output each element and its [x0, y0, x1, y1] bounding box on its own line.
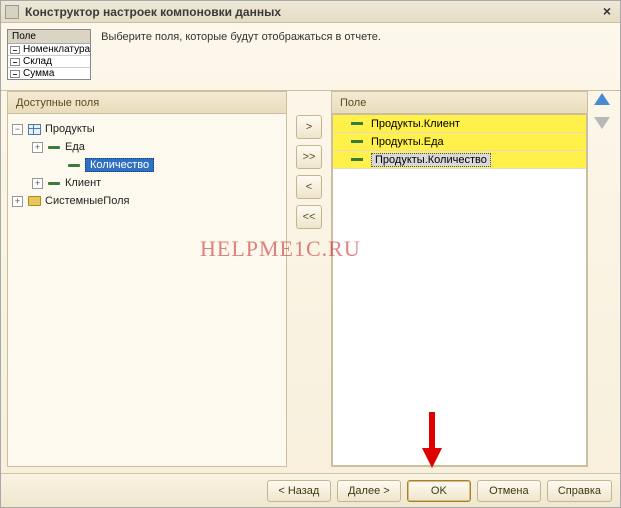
remove-all-button[interactable]: << [296, 205, 322, 229]
mini-table-row: Склад [8, 56, 90, 68]
help-button[interactable]: Справка [547, 480, 612, 502]
tree-node-eda[interactable]: + Еда [12, 138, 282, 156]
header-area: Поле Номенклатура Склад Сумма Выберите п… [1, 23, 620, 91]
mini-fields-table: Поле Номенклатура Склад Сумма [7, 29, 91, 80]
selected-fields-panel: Поле Продукты.Клиент Продукты.Еда [331, 91, 588, 467]
fields-tree[interactable]: − Продукты + Еда Количество [8, 114, 286, 466]
cancel-button[interactable]: Отмена [477, 480, 541, 502]
footer-buttons: < Назад Далее > OK Отмена Справка [1, 473, 620, 507]
dash-icon [10, 46, 20, 54]
next-button[interactable]: Далее > [337, 480, 401, 502]
list-item[interactable]: Продукты.Количество [333, 151, 586, 169]
mini-table-header: Поле [8, 30, 90, 44]
expand-icon[interactable]: + [32, 178, 43, 189]
titlebar: Конструктор настроек компоновки данных × [1, 1, 620, 23]
window-title: Конструктор настроек компоновки данных [25, 5, 281, 19]
folder-icon [27, 195, 41, 207]
field-icon [67, 159, 81, 171]
move-up-button[interactable] [594, 93, 612, 111]
tree-node-products[interactable]: − Продукты [12, 120, 282, 138]
tree-node-klient[interactable]: + Клиент [12, 174, 282, 192]
collapse-icon[interactable]: − [12, 124, 23, 135]
field-icon [351, 140, 363, 143]
remove-button[interactable]: < [296, 175, 322, 199]
field-icon [351, 122, 363, 125]
mini-table-row: Номенклатура [8, 44, 90, 56]
dash-icon [10, 58, 20, 66]
list-item[interactable]: Продукты.Еда [333, 133, 586, 151]
move-down-button[interactable] [594, 117, 612, 135]
expand-icon[interactable]: + [32, 142, 43, 153]
available-fields-panel: Доступные поля − Продукты + Еда [7, 91, 287, 467]
reorder-buttons [592, 91, 614, 467]
dash-icon [10, 70, 20, 78]
available-fields-header: Доступные поля [8, 92, 286, 114]
selected-fields-header: Поле [332, 92, 587, 114]
transfer-buttons: > >> < << [293, 91, 325, 467]
arrow-down-icon [594, 117, 610, 129]
list-item[interactable]: Продукты.Клиент [333, 115, 586, 133]
tree-node-kolichestvo[interactable]: Количество [12, 156, 282, 174]
add-all-button[interactable]: >> [296, 145, 322, 169]
back-button[interactable]: < Назад [267, 480, 331, 502]
mini-table-row: Сумма [8, 68, 90, 79]
ok-button[interactable]: OK [407, 480, 471, 502]
tree-node-system-fields[interactable]: + СистемныеПоля [12, 192, 282, 210]
window-app-icon [5, 5, 19, 19]
close-icon[interactable]: × [598, 4, 616, 20]
expand-icon[interactable]: + [12, 196, 23, 207]
table-icon [27, 123, 41, 135]
arrow-up-icon [594, 93, 610, 105]
field-icon [47, 177, 61, 189]
add-button[interactable]: > [296, 115, 322, 139]
field-icon [47, 141, 61, 153]
selected-fields-list[interactable]: Продукты.Клиент Продукты.Еда Продукты.Ко… [332, 114, 587, 466]
field-icon [351, 158, 363, 161]
instruction-text: Выберите поля, которые будут отображатьс… [101, 29, 381, 43]
